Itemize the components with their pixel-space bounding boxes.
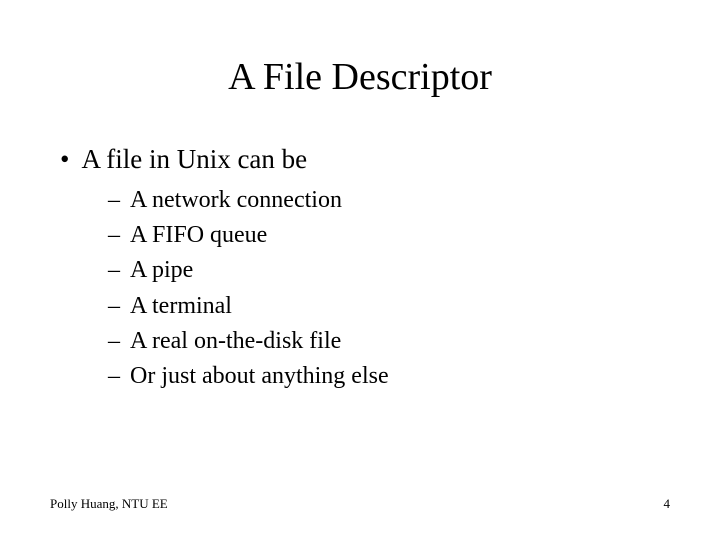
sub-bullet-text: A real on-the-disk file [130,326,341,357]
sub-bullet-item: A network connection [108,185,670,216]
footer-author: Polly Huang, NTU EE [50,496,168,512]
sub-bullet-text: A pipe [130,255,193,286]
sub-bullet-list: A network connection A FIFO queue A pipe… [108,185,670,392]
sub-bullet-item: A terminal [108,291,670,322]
slide-container: A File Descriptor A file in Unix can be … [0,0,720,540]
sub-bullet-item: A pipe [108,255,670,286]
sub-bullet-item: A FIFO queue [108,220,670,251]
bullet-item: A file in Unix can be [60,144,670,175]
sub-bullet-text: Or just about anything else [130,361,389,392]
bullet-text: A file in Unix can be [81,144,307,175]
slide-title: A File Descriptor [50,55,670,99]
sub-bullet-item: Or just about anything else [108,361,670,392]
page-number: 4 [664,496,671,512]
sub-bullet-text: A network connection [130,185,342,216]
sub-bullet-text: A terminal [130,291,232,322]
sub-bullet-item: A real on-the-disk file [108,326,670,357]
sub-bullet-text: A FIFO queue [130,220,267,251]
